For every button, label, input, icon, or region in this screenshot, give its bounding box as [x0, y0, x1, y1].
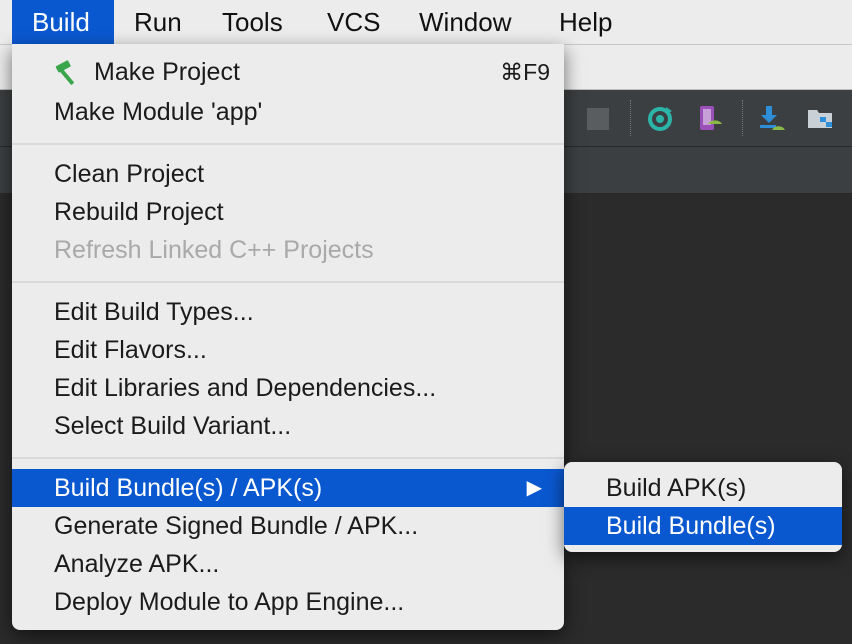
- menu-item-make-project[interactable]: Make Project ⌘F9: [12, 53, 564, 91]
- menu-item-clean-project[interactable]: Clean Project: [12, 155, 564, 193]
- menu-item-build-bundles-apks[interactable]: Build Bundle(s) / APK(s) ▶: [12, 469, 564, 507]
- shortcut-label: ⌘F9: [500, 59, 550, 85]
- menu-run[interactable]: Run: [120, 0, 196, 44]
- menu-item-refresh-cpp: Refresh Linked C++ Projects: [54, 236, 374, 264]
- menu-separator: [12, 143, 564, 145]
- menu-separator: [12, 457, 564, 459]
- menu-item-select-build-variant[interactable]: Select Build Variant...: [12, 407, 564, 445]
- avd-manager-icon[interactable]: [696, 104, 724, 132]
- menu-build[interactable]: Build: [12, 0, 114, 44]
- menu-vcs[interactable]: VCS: [313, 0, 394, 44]
- menu-item-generate-signed[interactable]: Generate Signed Bundle / APK...: [12, 507, 564, 545]
- hammer-icon: [55, 60, 74, 85]
- sync-icon[interactable]: [646, 104, 674, 132]
- menu-separator: [12, 281, 564, 283]
- menu-help[interactable]: Help: [545, 0, 626, 44]
- menu-item-label: Make Project: [94, 58, 240, 86]
- build-menu-dropdown: Make Project ⌘F9 Make Module 'app' Clean…: [12, 44, 564, 630]
- menu-item-rebuild-project[interactable]: Rebuild Project: [12, 193, 564, 231]
- menu-item-label: Build Bundle(s) / APK(s): [54, 474, 323, 502]
- sdk-download-icon[interactable]: [758, 104, 786, 132]
- project-structure-icon[interactable]: [806, 104, 834, 132]
- menu-item-analyze-apk[interactable]: Analyze APK...: [12, 545, 564, 583]
- toolbar-separator: [742, 100, 743, 136]
- menu-item-edit-build-types[interactable]: Edit Build Types...: [12, 293, 564, 331]
- submenu-arrow-icon: ▶: [526, 477, 542, 499]
- submenu-item-build-apks[interactable]: Build APK(s): [564, 469, 842, 507]
- menu-item-deploy-module[interactable]: Deploy Module to App Engine...: [12, 583, 564, 621]
- submenu-item-build-bundles[interactable]: Build Bundle(s): [564, 507, 842, 545]
- menu-item-edit-libraries[interactable]: Edit Libraries and Dependencies...: [12, 369, 564, 407]
- build-bundles-submenu: Build APK(s) Build Bundle(s): [564, 462, 842, 552]
- toolbar-separator: [630, 100, 631, 136]
- menu-bar: Build Run Tools VCS Window Help: [0, 0, 852, 45]
- menu-item-edit-flavors[interactable]: Edit Flavors...: [12, 331, 564, 369]
- menu-window[interactable]: Window: [405, 0, 525, 44]
- stop-icon[interactable]: [585, 104, 613, 132]
- menu-tools[interactable]: Tools: [208, 0, 297, 44]
- menu-item-make-module[interactable]: Make Module 'app': [12, 93, 564, 131]
